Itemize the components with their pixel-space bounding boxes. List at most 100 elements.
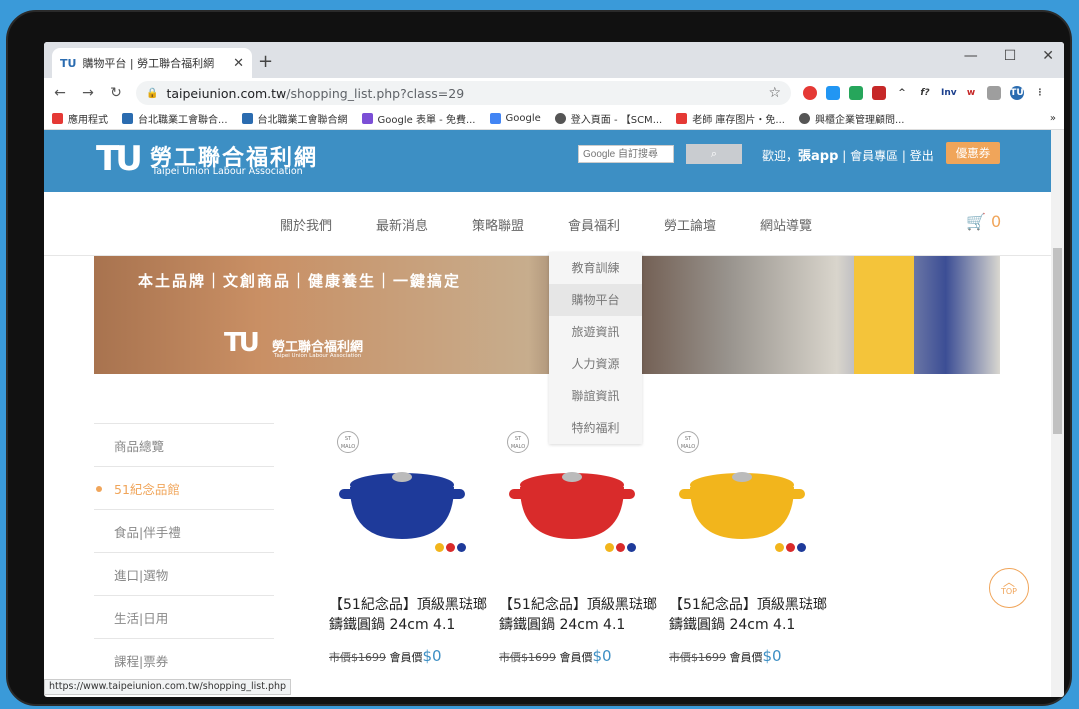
more-bookmarks-icon[interactable]: »	[1050, 113, 1056, 124]
swatch[interactable]	[446, 543, 455, 552]
toolbar: ← → ↻ 🔒 taipeiunion.com.tw/shopping_list…	[44, 78, 1064, 108]
close-tab-icon[interactable]: ✕	[233, 56, 244, 71]
browser-tab[interactable]: TU 購物平台 | 勞工聯合福利網 ✕	[52, 48, 252, 78]
tu-icon	[241, 113, 253, 124]
color-swatches	[775, 543, 806, 552]
sidebar-item[interactable]: 生活|日用	[94, 595, 274, 638]
dropdown-item[interactable]: 教育訓練	[549, 252, 642, 284]
extension-icon[interactable]	[826, 86, 840, 100]
nav-news[interactable]: 最新消息	[376, 215, 472, 234]
extension-icon[interactable]: ^	[895, 86, 909, 100]
swatch[interactable]	[775, 543, 784, 552]
nav-forum[interactable]: 勞工論壇	[664, 215, 760, 234]
tu-favicon-icon: TU	[60, 56, 77, 70]
member-label: 會員價	[559, 651, 593, 664]
maximize-icon[interactable]: ☐	[1004, 48, 1017, 64]
dropdown-item-shopping[interactable]: 購物平台	[549, 284, 642, 316]
bookmark-item[interactable]: 興櫃企業管理顧問...	[798, 111, 905, 126]
menu-icon[interactable]: ⋮	[1033, 86, 1047, 100]
nav-alliance[interactable]: 策略聯盟	[472, 215, 568, 234]
pot-icon	[339, 472, 465, 539]
pot-icon	[509, 472, 635, 539]
bookmark-item[interactable]: 台北職業工會聯合網	[241, 111, 348, 126]
dropdown-item[interactable]: 人力資源	[549, 348, 642, 380]
scrollbar[interactable]	[1051, 130, 1064, 697]
sidebar-item[interactable]: 進口|選物	[94, 552, 274, 595]
close-window-icon[interactable]: ✕	[1042, 48, 1054, 64]
lock-icon: 🔒	[146, 87, 159, 99]
profile-avatar[interactable]: TU	[1010, 86, 1024, 100]
bookmark-apps[interactable]: 應用程式	[52, 111, 108, 126]
brand-badge: ST MALO	[507, 431, 529, 453]
member-price: $0	[762, 647, 782, 665]
scrollbar-thumb[interactable]	[1053, 248, 1062, 434]
code-icon[interactable]	[987, 86, 1001, 100]
google-icon	[489, 113, 501, 124]
formula-icon[interactable]: f?	[918, 86, 932, 100]
swatch[interactable]	[627, 543, 636, 552]
opera-icon[interactable]	[803, 86, 817, 100]
swatch[interactable]	[616, 543, 625, 552]
device-frame: TU 購物平台 | 勞工聯合福利網 ✕ + — ☐ ✕ ← → ↻ 🔒 taip…	[6, 10, 1072, 706]
forms-icon	[361, 113, 373, 124]
address-bar[interactable]: 🔒 taipeiunion.com.tw/shopping_list.php?c…	[136, 81, 791, 105]
inv-icon[interactable]: Inv	[941, 86, 957, 100]
swatch[interactable]	[435, 543, 444, 552]
sidebar-item[interactable]: 商品總覽	[94, 423, 274, 466]
username: 張app	[798, 149, 839, 164]
bookmark-item[interactable]: Google	[489, 113, 541, 124]
list-price: 市價$1699	[329, 651, 386, 664]
swatch[interactable]	[786, 543, 795, 552]
dropdown-item[interactable]: 聯誼資訊	[549, 380, 642, 412]
site-logo[interactable]: TU	[96, 142, 143, 176]
search-input[interactable]	[578, 145, 674, 163]
extension-icon[interactable]	[849, 86, 863, 100]
pdf-icon[interactable]	[872, 86, 886, 100]
search-icon: ⌕	[710, 147, 718, 160]
coupon-button[interactable]: 優惠券	[946, 142, 1000, 164]
site-header: TU 勞工聯合福利網 Taipei Union Labour Associati…	[44, 130, 1064, 192]
product-image[interactable]	[507, 451, 637, 547]
back-to-top-button[interactable]: ︿ TOP	[989, 568, 1029, 608]
product-name[interactable]: 【51紀念品】頂級黑琺瑯鑄鐵圓鍋 24cm 4.1	[499, 595, 669, 635]
site-subtitle: Taipei Union Labour Association	[152, 166, 303, 177]
nav-sitemap[interactable]: 網站導覽	[760, 215, 856, 234]
extension-icon[interactable]: w	[964, 86, 978, 100]
browser-window: TU 購物平台 | 勞工聯合福利網 ✕ + — ☐ ✕ ← → ↻ 🔒 taip…	[44, 42, 1064, 697]
sidebar-item-current[interactable]: 51紀念品館	[94, 466, 274, 509]
member-links[interactable]: | 會員專區 | 登出	[838, 149, 934, 163]
swatch[interactable]	[457, 543, 466, 552]
product-name[interactable]: 【51紀念品】頂級黑琺瑯鑄鐵圓鍋 24cm 4.1	[329, 595, 499, 635]
list-price: 市價$1699	[669, 651, 726, 664]
color-swatches	[605, 543, 636, 552]
new-tab-icon[interactable]: +	[258, 51, 273, 72]
nav-member-benefits[interactable]: 會員福利	[568, 215, 664, 234]
dropdown-item[interactable]: 特約福利	[549, 412, 642, 444]
list-price: 市價$1699	[499, 651, 556, 664]
swatch[interactable]	[797, 543, 806, 552]
forward-icon[interactable]: →	[80, 85, 96, 101]
reload-icon[interactable]: ↻	[108, 85, 124, 101]
bookmark-item[interactable]: 台北職業工會聯合...	[122, 111, 228, 126]
globe-icon	[798, 113, 810, 124]
brand-badge: ST MALO	[677, 431, 699, 453]
tu-icon	[122, 113, 133, 124]
nav-about[interactable]: 關於我們	[280, 215, 376, 234]
sidebar-item[interactable]: 食品|伴手禮	[94, 509, 274, 552]
cart-button[interactable]: 🛒 0	[966, 212, 1001, 231]
product-image[interactable]	[337, 451, 467, 547]
product-name[interactable]: 【51紀念品】頂級黑琺瑯鑄鐵圓鍋 24cm 4.1	[669, 595, 839, 635]
sidebar-item[interactable]: 課程|票券	[94, 638, 274, 681]
bookmark-item[interactable]: 老師 庫存图片・免...	[676, 111, 785, 126]
swatch[interactable]	[605, 543, 614, 552]
bookmark-item[interactable]: 登入頁面 - 【SCM...	[554, 111, 662, 126]
search-button[interactable]: ⌕	[686, 144, 742, 164]
product-image[interactable]	[677, 451, 807, 547]
bookmark-item[interactable]: Google 表單 - 免費...	[361, 111, 476, 126]
dropdown-item[interactable]: 旅遊資訊	[549, 316, 642, 348]
product-price: 市價$1699 會員價$0	[499, 647, 612, 665]
back-icon[interactable]: ←	[52, 85, 68, 101]
member-benefits-dropdown: 教育訓練 購物平台 旅遊資訊 人力資源 聯誼資訊 特約福利	[549, 252, 642, 444]
bookmark-star-icon[interactable]: ☆	[768, 85, 781, 101]
minimize-icon[interactable]: —	[964, 48, 978, 64]
